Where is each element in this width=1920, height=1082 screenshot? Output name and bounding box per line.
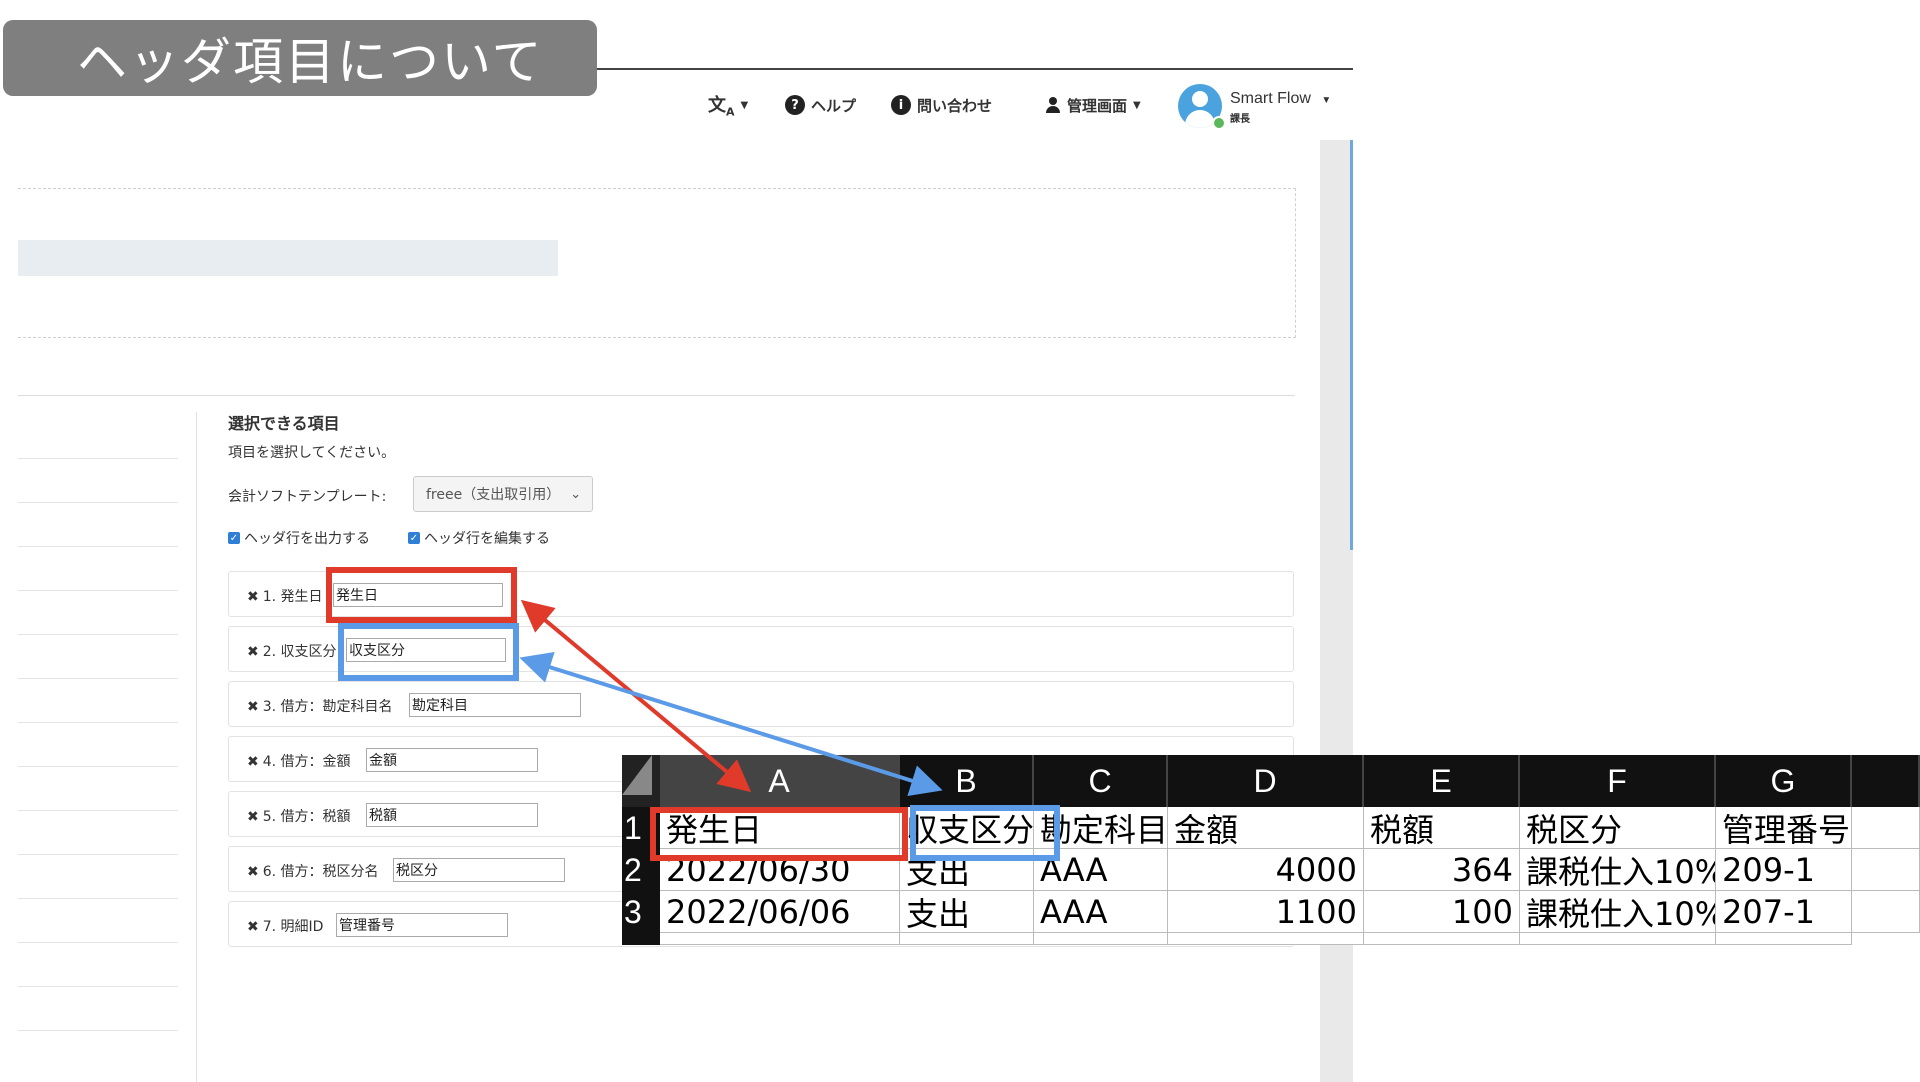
connector-arrows [519, 599, 943, 797]
arrow-blue [519, 651, 943, 797]
